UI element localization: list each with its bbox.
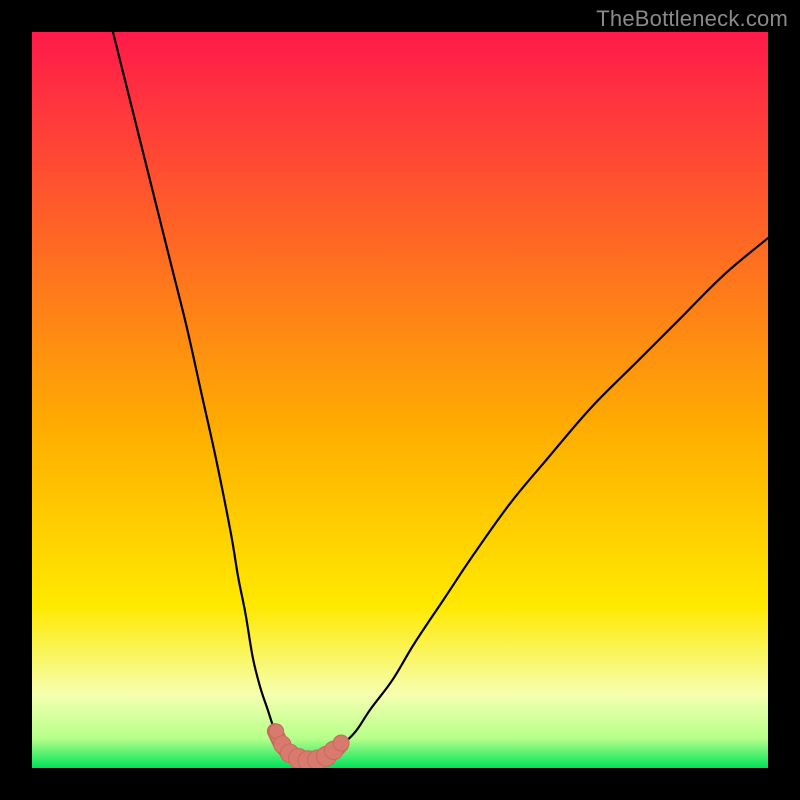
gradient-background [32, 32, 768, 768]
marker-dot [333, 735, 349, 751]
bottleneck-chart [32, 32, 768, 768]
watermark-text: TheBottleneck.com [596, 6, 788, 32]
chart-frame [32, 32, 768, 768]
